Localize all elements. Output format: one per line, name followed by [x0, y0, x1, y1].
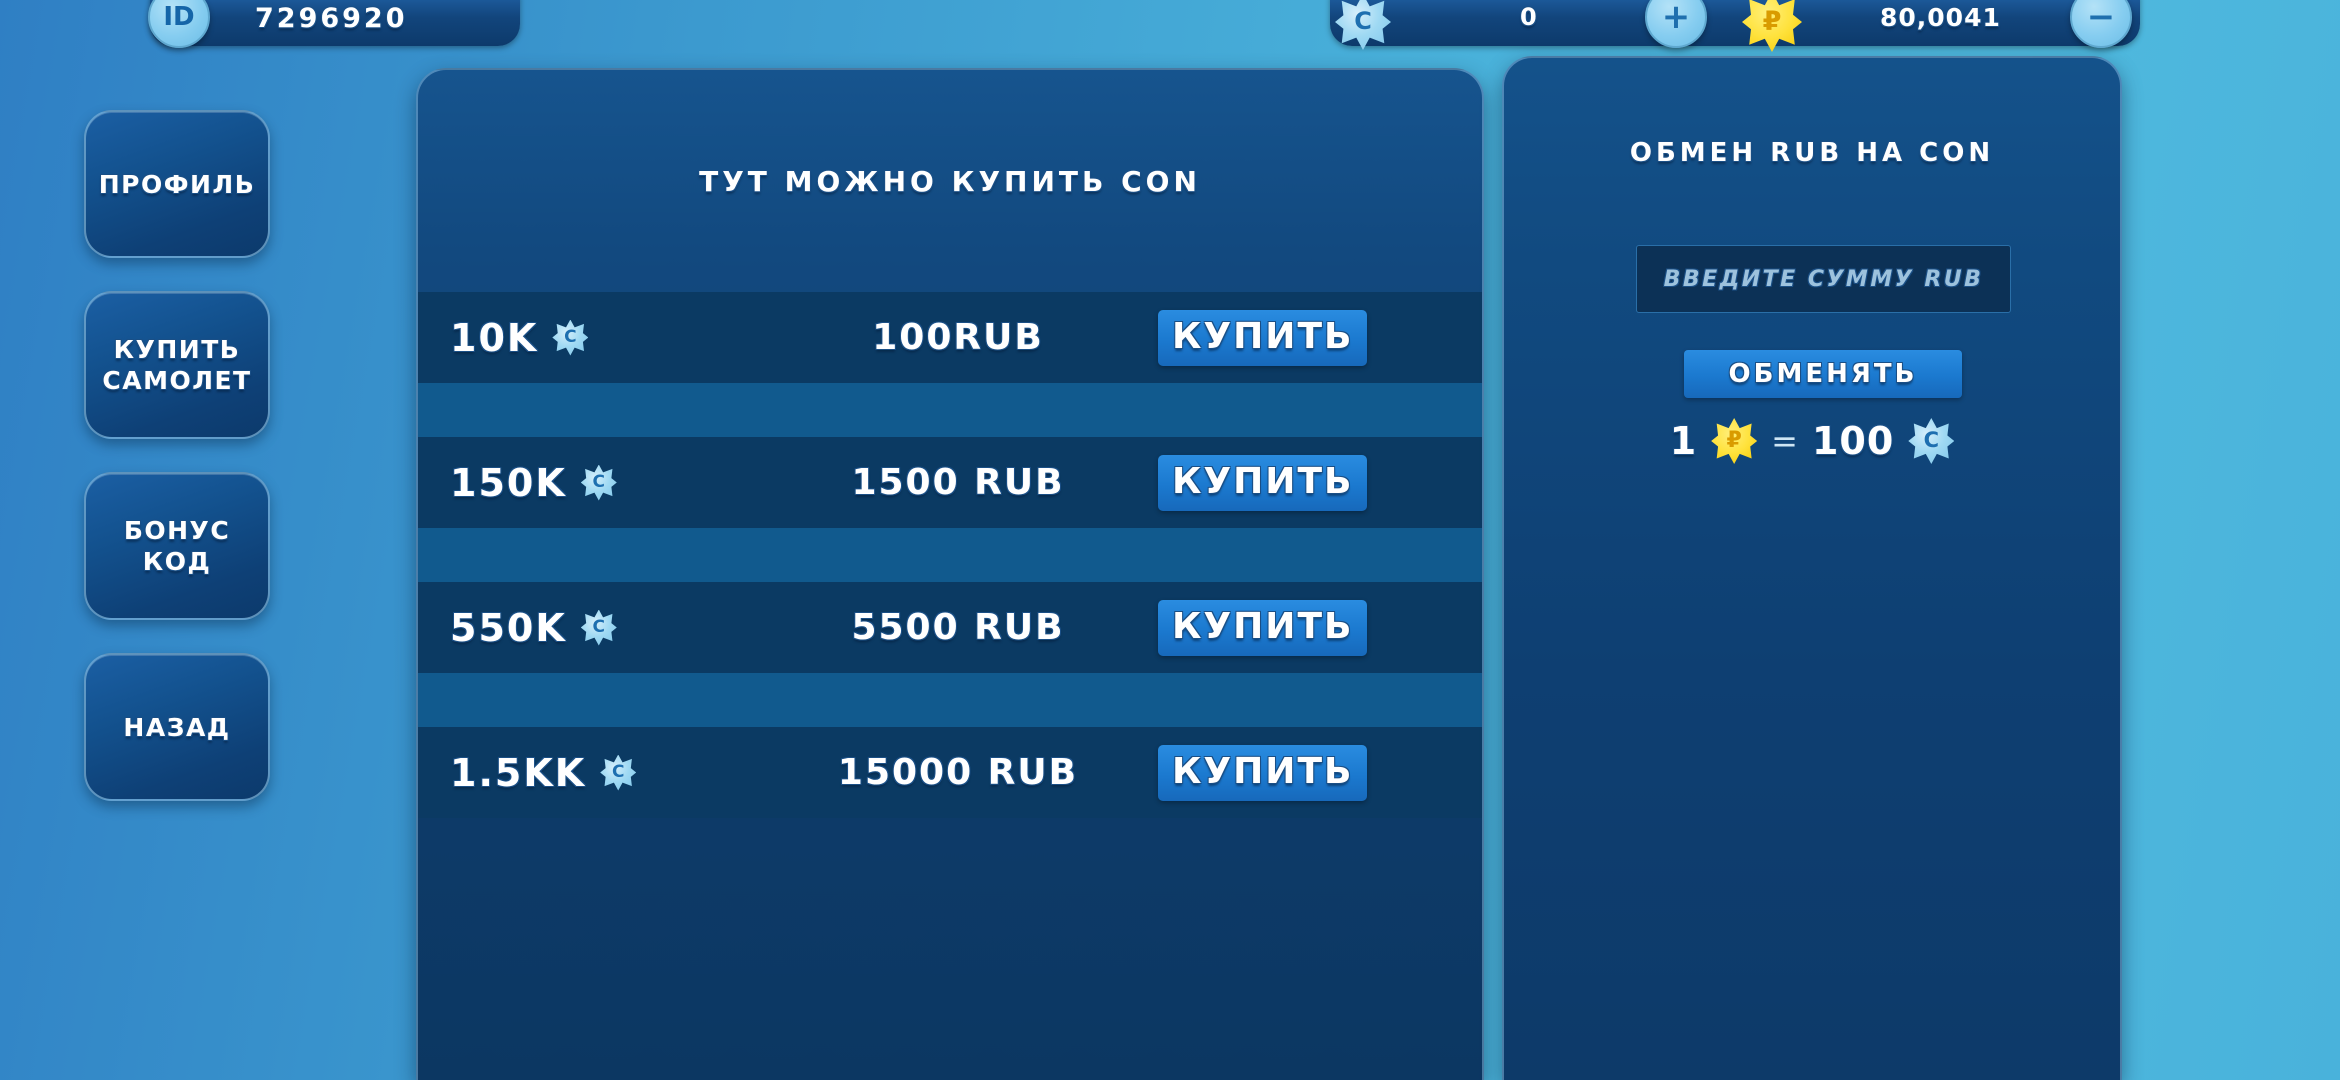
sidebar-item-label: КУПИТЬ САМОЛЕТ [102, 335, 252, 395]
con-coin-icon: C [1335, 0, 1391, 50]
currency-pill [1330, 0, 2140, 46]
buy-button[interactable]: КУПИТЬ [1158, 309, 1368, 366]
exchange-input-placeholder: ВВЕДИТЕ СУММУ RUB [1663, 266, 1984, 292]
shop-row-action: КУПИТЬ [1158, 309, 1482, 366]
shop-row-amount: 150K C [418, 461, 758, 505]
rub-star-icon: ₽ [1711, 418, 1758, 464]
shop-row-list: 10K C 100RUB КУПИТЬ 150K C 1500 RUB КУПИ… [418, 292, 1482, 818]
shop-amount-value: 550K [450, 605, 567, 650]
shop-amount-value: 10K [450, 315, 539, 360]
rate-equals-sign: = [1771, 422, 1798, 460]
sidebar-item-label: ПРОФИЛЬ [98, 169, 256, 199]
row-separator [418, 673, 1482, 727]
sidebar-item-buy-plane[interactable]: КУПИТЬ САМОЛЕТ [84, 291, 270, 439]
sidebar-item-back[interactable]: НАЗАД [84, 653, 270, 801]
top-status-bar: ID 7296920 C 0 + ₽ 80,0041 − [0, 0, 2340, 52]
table-row: 150K C 1500 RUB КУПИТЬ [418, 437, 1482, 528]
sidebar-menu: ПРОФИЛЬ КУПИТЬ САМОЛЕТ БОНУС КОД НАЗАД [84, 110, 270, 801]
exchange-button-label: ОБМЕНЯТЬ [1728, 359, 1918, 389]
con-coin-icon: C [580, 609, 617, 646]
shop-panel: ТУТ МОЖНО КУПИТЬ CON 10K C 100RUB КУПИТЬ… [416, 68, 1484, 1080]
shop-row-action: КУПИТЬ [1158, 454, 1482, 511]
rate-right-amount: 100 [1811, 419, 1895, 463]
con-coin-glyph: C [592, 471, 606, 492]
shop-row-amount: 550K C [418, 606, 758, 650]
exchange-panel-title: ОБМЕН RUB НА CON [1629, 138, 1995, 168]
plus-glyph: + [1661, 0, 1691, 37]
shop-row-price: 1500 RUB [851, 462, 1065, 503]
exchange-rate-row: 1 ₽ = 100 C [1504, 418, 2120, 464]
shop-row-price: 15000 RUB [837, 752, 1079, 793]
rub-glyph: ₽ [1762, 5, 1782, 37]
shop-row-amount: 1.5KK C [418, 751, 758, 795]
sidebar-item-label: НАЗАД [123, 712, 231, 742]
shop-row-price: 100RUB [872, 317, 1044, 358]
table-row: 10K C 100RUB КУПИТЬ [418, 292, 1482, 383]
con-coin-icon: C [1908, 418, 1955, 464]
buy-button[interactable]: КУПИТЬ [1158, 599, 1368, 656]
exchange-button[interactable]: ОБМЕНЯТЬ [1684, 350, 1962, 398]
shop-row-action: КУПИТЬ [1158, 599, 1482, 656]
rub-balance-value: 80,0041 [1880, 3, 2001, 32]
shop-panel-title: ТУТ МОЖНО КУПИТЬ CON [699, 165, 1201, 198]
sidebar-item-bonus-code[interactable]: БОНУС КОД [84, 472, 270, 620]
con-coin-glyph: C [592, 616, 606, 637]
con-coin-icon: C [552, 319, 589, 356]
con-coin-icon: C [600, 754, 637, 791]
con-coin-icon: C [580, 464, 617, 501]
rate-left-amount: 1 [1669, 419, 1698, 463]
row-separator [418, 383, 1482, 437]
shop-amount-value: 150K [450, 460, 567, 505]
row-separator [418, 528, 1482, 582]
id-badge-label: ID [163, 2, 195, 32]
minus-glyph: − [2086, 0, 2116, 37]
con-coin-glyph: C [1923, 428, 1939, 452]
shop-row-amount: 10K C [418, 316, 758, 360]
buy-button[interactable]: КУПИТЬ [1158, 454, 1368, 511]
rub-glyph: ₽ [1726, 427, 1742, 453]
shop-row-price: 5500 RUB [851, 607, 1065, 648]
sidebar-item-profile[interactable]: ПРОФИЛЬ [84, 110, 270, 258]
shop-amount-value: 1.5KK [450, 750, 587, 795]
con-balance-value: 0 [1520, 3, 1539, 31]
exchange-amount-input[interactable]: ВВЕДИТЕ СУММУ RUB [1636, 245, 2011, 313]
exchange-panel: ОБМЕН RUB НА CON ВВЕДИТЕ СУММУ RUB ОБМЕН… [1502, 56, 2122, 1080]
sidebar-item-label: БОНУС КОД [123, 516, 231, 576]
shop-row-action: КУПИТЬ [1158, 744, 1482, 801]
player-id-value: 7296920 [255, 3, 408, 34]
table-row: 550K C 5500 RUB КУПИТЬ [418, 582, 1482, 673]
con-coin-glyph: C [564, 326, 577, 347]
table-row: 1.5KK C 15000 RUB КУПИТЬ [418, 727, 1482, 818]
con-coin-glyph: C [611, 761, 625, 782]
con-coin-glyph: C [1354, 7, 1372, 35]
buy-button[interactable]: КУПИТЬ [1158, 744, 1368, 801]
